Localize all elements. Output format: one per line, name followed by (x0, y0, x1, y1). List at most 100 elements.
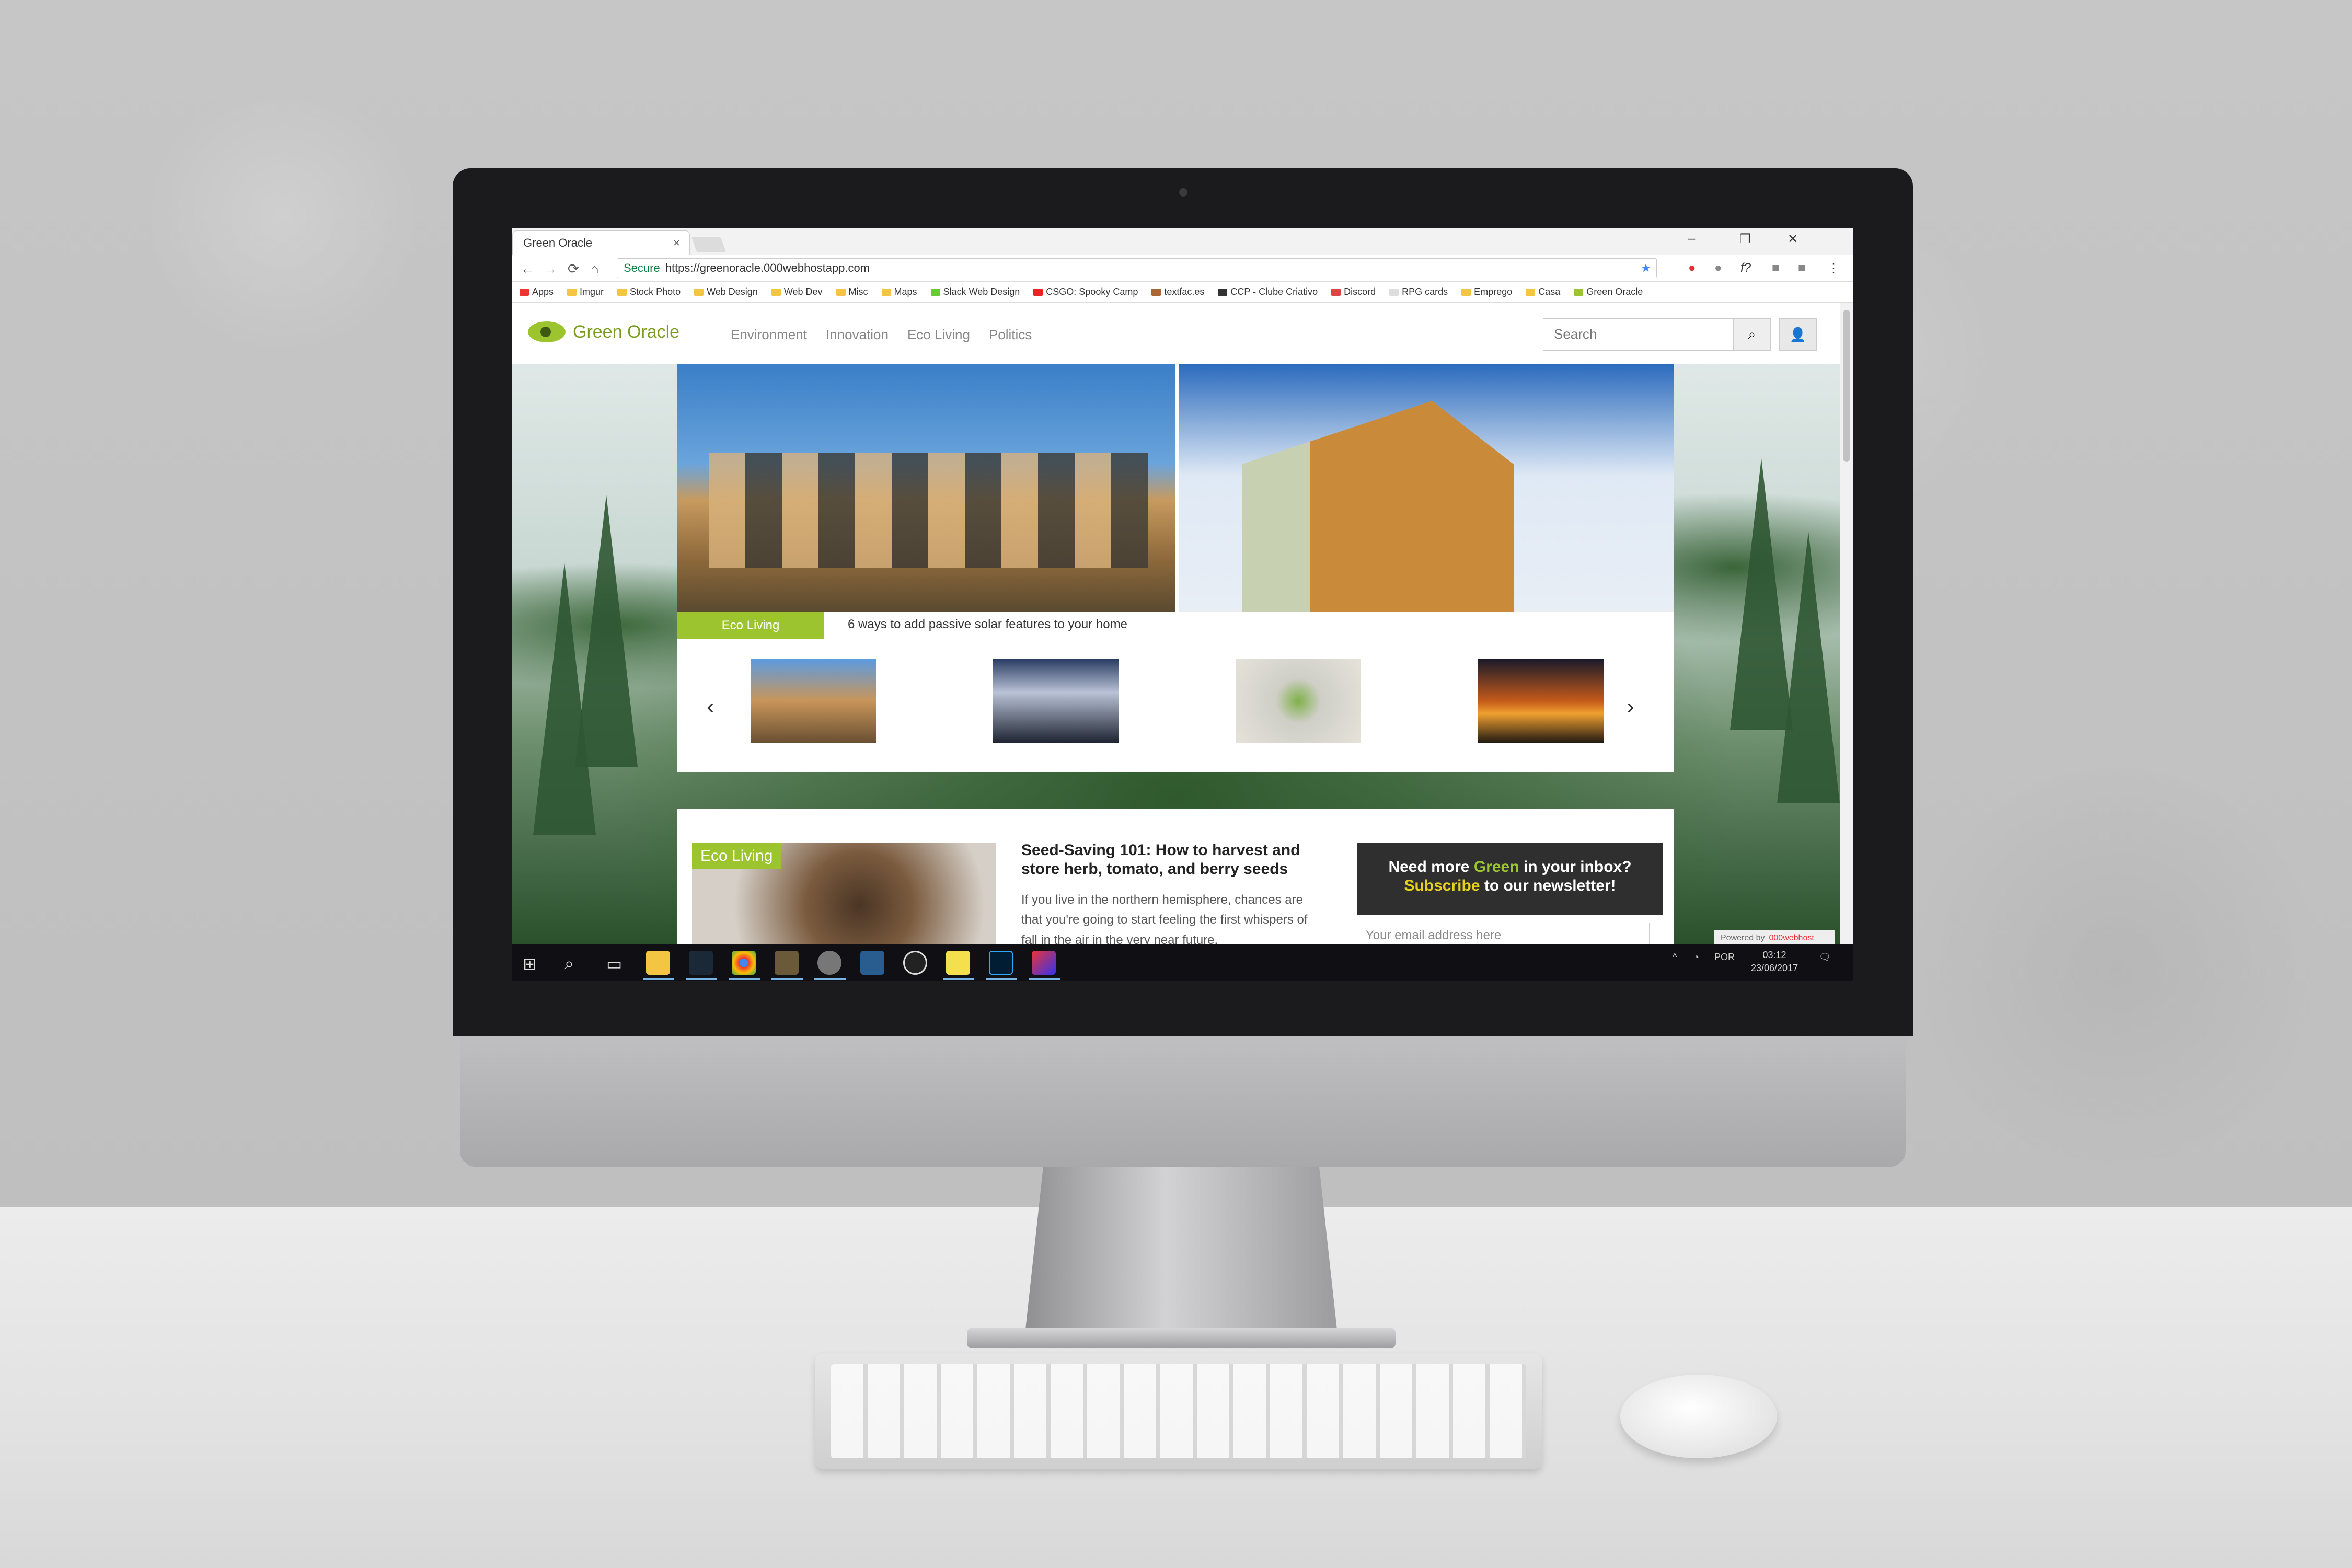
minimize-icon[interactable]: – (1688, 232, 1695, 246)
extension-icon[interactable]: ● (1714, 261, 1722, 275)
bookmarks-bar: Apps Imgur Stock Photo Web Design Web De… (512, 282, 1853, 303)
task-view-icon[interactable]: ▭ (606, 954, 622, 974)
nav-environment[interactable]: Environment (731, 327, 807, 343)
close-icon[interactable]: ✕ (1788, 232, 1798, 247)
hero-image-wooden-house[interactable] (677, 364, 1175, 612)
bookmark-item[interactable]: Slack Web Design (930, 286, 1020, 297)
browser-menu-icon[interactable]: ⋮ (1827, 261, 1840, 276)
site-header: Green Oracle Environment Innovation Eco … (512, 303, 1840, 364)
bookmark-label: Discord (1344, 286, 1376, 297)
content-section: Eco Living Seed-Saving 101: How to harve… (677, 809, 1674, 944)
user-icon: 👤 (1789, 326, 1807, 342)
bookmark-item[interactable]: CCP - Clube Criativo (1218, 286, 1318, 297)
page-scrollbar[interactable] (1840, 303, 1853, 944)
file-explorer-icon[interactable] (646, 951, 670, 975)
running-indicator (943, 978, 974, 980)
network-icon[interactable]: ◔ (1693, 952, 1699, 963)
bookmark-item[interactable]: CSGO: Spooky Camp (1033, 286, 1138, 297)
app-icon[interactable] (1032, 951, 1056, 975)
url-text: https://greenoracle.000webhostapp.com (665, 261, 870, 274)
sticky-notes-icon[interactable] (946, 951, 970, 975)
folder-icon (694, 288, 704, 296)
article-title[interactable]: Seed-Saving 101: How to harvest and stor… (1021, 841, 1314, 879)
language-indicator[interactable]: POR (1714, 952, 1735, 963)
monitor-chin (460, 1036, 1906, 1167)
article-category-tag[interactable]: Eco Living (692, 843, 781, 869)
browser-tab[interactable]: Green Oracle × (512, 230, 690, 255)
keyboard (815, 1354, 1542, 1469)
bookmark-item[interactable]: Discord (1331, 286, 1376, 297)
newsletter-line2: Subscribe to our newsletter! (1357, 877, 1663, 895)
chrome-icon[interactable] (732, 951, 756, 975)
monitor-stand (1024, 1167, 1338, 1339)
bookmark-item[interactable]: Casa (1526, 286, 1560, 297)
tab-bar: Green Oracle × – ❐ ✕ (512, 228, 1853, 255)
nav-politics[interactable]: Politics (989, 327, 1032, 343)
carousel-thumbnail[interactable] (993, 659, 1119, 743)
bookmark-item[interactable]: Web Dev (771, 286, 823, 297)
app-icon[interactable] (775, 951, 799, 975)
nav-innovation[interactable]: Innovation (826, 327, 889, 343)
scroll-thumb[interactable] (1843, 310, 1850, 462)
carousel-thumbnail[interactable] (1236, 659, 1361, 743)
app-icon[interactable] (817, 951, 841, 975)
url-bar[interactable]: Secure https://greenoracle.000webhostapp… (617, 258, 1657, 278)
bookmark-item[interactable]: Apps (520, 286, 554, 297)
tray-chevron-icon[interactable]: ^ (1673, 952, 1677, 963)
home-icon[interactable]: ⌂ (591, 261, 599, 277)
bookmark-item[interactable]: Web Design (694, 286, 758, 297)
photoshop-icon[interactable] (989, 951, 1013, 975)
newsletter-highlight: Subscribe (1404, 877, 1480, 894)
bookmark-item[interactable]: textfac.es (1151, 286, 1204, 297)
nav-eco-living[interactable]: Eco Living (907, 327, 970, 343)
site-logo[interactable]: Green Oracle (528, 321, 679, 342)
reload-icon[interactable]: ⟳ (568, 261, 579, 277)
newsletter-text: Need more (1388, 858, 1474, 875)
hero-image-snow-cabin[interactable] (1179, 364, 1674, 612)
carousel-thumbnail[interactable] (1478, 659, 1604, 743)
carousel-prev-icon[interactable]: ‹ (707, 694, 714, 720)
running-indicator (1029, 978, 1060, 980)
steam-icon[interactable] (689, 951, 713, 975)
search-icon: ⌕ (1748, 326, 1756, 342)
bookmark-item[interactable]: Maps (881, 286, 917, 297)
user-button[interactable]: 👤 (1779, 318, 1817, 351)
search-icon[interactable]: ⌕ (564, 954, 574, 974)
app-icon[interactable] (903, 951, 927, 975)
extension-icon[interactable]: ● (1688, 261, 1696, 275)
extension-icon[interactable]: ■ (1798, 261, 1806, 275)
extension-icon[interactable]: f? (1740, 261, 1751, 275)
forward-icon[interactable]: → (544, 261, 557, 277)
new-tab-button[interactable] (691, 237, 727, 252)
windows-taskbar: ⊞ ⌕ ▭ ^ ◔ POR 03:12 23/06/2017 🗨 (512, 944, 1853, 981)
search-input[interactable]: Search (1543, 318, 1734, 351)
notifications-icon[interactable]: 🗨 (1819, 952, 1831, 963)
leaf-icon (1574, 288, 1584, 296)
bookmark-item[interactable]: Misc (836, 286, 868, 297)
back-icon[interactable]: ← (521, 261, 534, 277)
bookmark-star-icon[interactable]: ★ (1641, 261, 1651, 275)
restore-icon[interactable]: ❐ (1739, 232, 1751, 247)
email-field[interactable]: Your email address here (1357, 923, 1650, 944)
start-icon[interactable]: ⊞ (523, 954, 537, 974)
extension-icon[interactable]: ■ (1772, 261, 1780, 275)
bookmark-item[interactable]: Imgur (567, 286, 604, 297)
bookmark-item[interactable]: Green Oracle (1574, 286, 1643, 297)
clock[interactable]: 03:12 23/06/2017 (1751, 949, 1798, 975)
powered-by-badge[interactable]: Powered by 000webhost (1714, 930, 1835, 944)
clock-date: 23/06/2017 (1751, 963, 1798, 974)
running-indicator (729, 978, 760, 980)
bookmark-item[interactable]: Emprego (1461, 286, 1512, 297)
tab-title: Green Oracle (523, 236, 593, 249)
carousel-next-icon[interactable]: › (1627, 694, 1634, 720)
carousel-thumbnail[interactable] (751, 659, 876, 743)
app-icon[interactable] (860, 951, 884, 975)
hero-caption[interactable]: 6 ways to add passive solar features to … (848, 617, 1127, 632)
bookmark-label: Green Oracle (1586, 286, 1643, 297)
hero-category-tag[interactable]: Eco Living (677, 612, 824, 639)
bookmark-item[interactable]: Stock Photo (617, 286, 681, 297)
powered-label: Powered by (1721, 933, 1765, 942)
search-button[interactable]: ⌕ (1733, 318, 1771, 351)
bookmark-item[interactable]: RPG cards (1389, 286, 1448, 297)
tab-close-icon[interactable]: × (673, 236, 680, 250)
